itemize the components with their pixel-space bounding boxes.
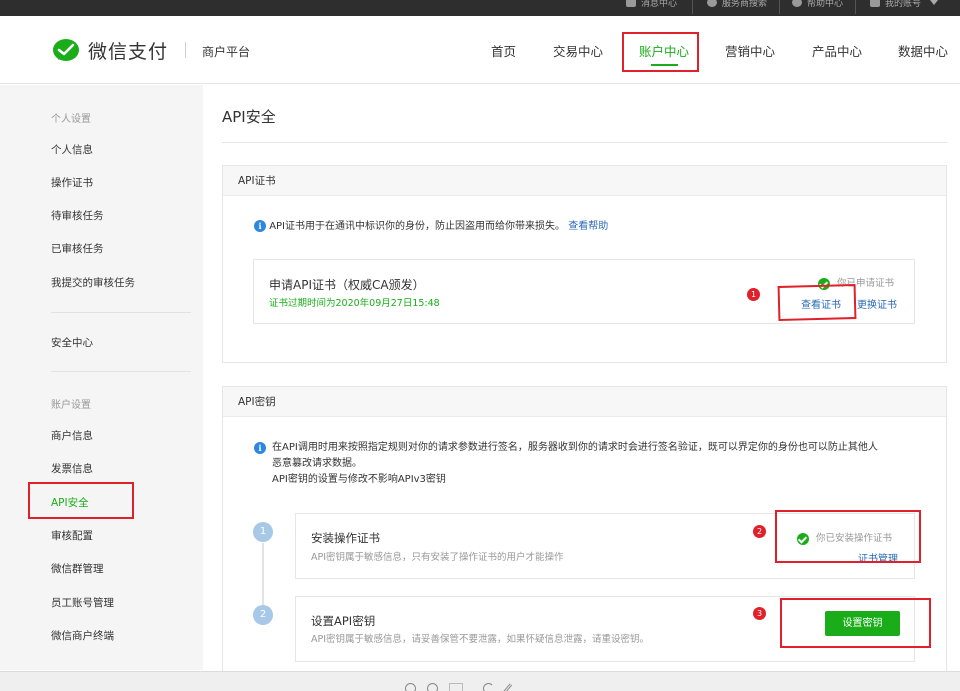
sidebar-item-operation-cert[interactable]: 操作证书 xyxy=(51,175,93,190)
my-account-label: 我的账号 xyxy=(885,0,922,9)
api-cert-tip: i API证书用于在通讯中标识你的身份，防止因盗用而给你带来损失。 查看帮助 xyxy=(254,219,608,235)
sidebar-item-security-center[interactable]: 安全中心 xyxy=(51,335,93,350)
replace-cert-link[interactable]: 更换证书 xyxy=(857,296,897,311)
search-icon xyxy=(707,0,717,7)
annotation-box-nav xyxy=(622,32,699,72)
mail-icon xyxy=(626,0,636,7)
help-icon xyxy=(792,0,802,7)
sidebar-item-invoice-info[interactable]: 发票信息 xyxy=(51,461,93,476)
my-account-menu[interactable]: 我的账号 xyxy=(870,0,939,9)
zoom-in-icon[interactable] xyxy=(405,683,416,691)
divider xyxy=(185,42,186,58)
sidebar-item-merchant-info[interactable]: 商户信息 xyxy=(51,428,93,443)
nav-data-center[interactable]: 数据中心 xyxy=(898,41,948,60)
annotation-box-install-cert xyxy=(775,510,921,563)
fit-icon[interactable] xyxy=(449,683,463,691)
annotation-box-set-key xyxy=(780,598,931,648)
nav-marketing-center[interactable]: 营销中心 xyxy=(725,41,775,60)
step-number-1: 1 xyxy=(253,522,273,542)
sidebar-group-account: 账户设置 xyxy=(51,400,91,411)
sidebar-item-wechat-group[interactable]: 微信群管理 xyxy=(51,561,104,576)
sidebar-item-pending-review[interactable]: 待审核任务 xyxy=(51,208,104,223)
cert-expire-text: 证书过期时间为2020年09月27日15:48 xyxy=(269,298,440,309)
main-header: 微信支付 商户平台 首页 交易中心 账户中心 营销中心 产品中心 数据中心 xyxy=(0,16,960,84)
info-icon: i xyxy=(254,220,266,232)
wechat-pay-logo[interactable]: 微信支付 xyxy=(52,37,168,64)
annotation-marker-1: 1 xyxy=(747,288,760,301)
nav-trade-center[interactable]: 交易中心 xyxy=(553,41,603,60)
step-title-install-cert: 安装操作证书 xyxy=(311,531,380,545)
help-center-label: 帮助中心 xyxy=(807,0,844,9)
api-key-tip-line1: 在API调用时用来按照指定规则对你的请求参数进行签名，服务器收到你的请求时会进行… xyxy=(272,442,878,453)
provider-search-link[interactable]: 服务商搜索 xyxy=(707,0,767,9)
viewer-toolbar xyxy=(0,671,960,691)
nav-home[interactable]: 首页 xyxy=(491,41,516,60)
step-title-set-api-key: 设置API密钥 xyxy=(311,614,376,628)
sidebar-item-reviewed[interactable]: 已审核任务 xyxy=(51,241,104,256)
step-connector xyxy=(262,543,264,605)
step-desc-install-cert: API密钥属于敏感信息，只有安装了操作证书的用户才能操作 xyxy=(311,552,564,563)
rotate-icon[interactable] xyxy=(483,683,494,691)
annotation-marker-3: 3 xyxy=(753,607,766,620)
step-desc-set-api-key: API密钥属于敏感信息，请妥善保管不要泄露，如果怀疑信息泄露，请重设密钥。 xyxy=(311,634,650,645)
user-icon xyxy=(870,0,880,7)
sidebar-item-personal-info[interactable]: 个人信息 xyxy=(51,142,93,157)
divider xyxy=(779,0,780,14)
step-number-2: 2 xyxy=(253,605,273,625)
platform-label: 商户平台 xyxy=(202,45,251,59)
message-center-link[interactable]: 消息中心 xyxy=(626,0,677,9)
sidebar: 个人设置 个人信息 操作证书 待审核任务 已审核任务 我提交的审核任务 安全中心… xyxy=(0,85,203,670)
wechat-pay-logo-icon xyxy=(52,38,80,64)
download-icon[interactable] xyxy=(540,683,546,691)
api-key-tip-line3: API密钥的设置与修改不影响APIv3密钥 xyxy=(272,474,446,485)
annotation-marker-2: 2 xyxy=(753,525,766,538)
logo-text: 微信支付 xyxy=(88,41,169,63)
sidebar-item-staff-accounts[interactable]: 员工账号管理 xyxy=(51,595,114,610)
divider xyxy=(692,0,693,14)
annotation-box-view-cert xyxy=(777,283,857,322)
divider xyxy=(855,0,856,14)
sidebar-item-merchant-terminal[interactable]: 微信商户终端 xyxy=(51,628,114,643)
help-center-link[interactable]: 帮助中心 xyxy=(792,0,843,9)
sidebar-item-my-submitted[interactable]: 我提交的审核任务 xyxy=(51,275,135,290)
sidebar-group-personal: 个人设置 xyxy=(51,114,91,125)
nav-product-center[interactable]: 产品中心 xyxy=(812,41,862,60)
api-key-tip-line2: 恶意篡改请求数据。 xyxy=(272,458,362,469)
top-utility-bar: 消息中心 服务商搜索 帮助中心 我的账号 xyxy=(0,0,960,16)
message-center-label: 消息中心 xyxy=(641,0,678,9)
sidebar-item-review-config[interactable]: 审核配置 xyxy=(51,528,93,543)
page-title: API安全 xyxy=(222,108,276,126)
api-cert-heading: API证书 xyxy=(223,166,946,196)
api-cert-card-title: 申请API证书（权威CA颁发） xyxy=(269,278,425,292)
divider xyxy=(51,312,191,313)
info-icon: i xyxy=(254,442,266,454)
divider xyxy=(222,142,947,143)
chevron-down-icon xyxy=(930,0,939,5)
help-link[interactable]: 查看帮助 xyxy=(568,221,608,232)
api-key-heading: API密钥 xyxy=(223,387,946,417)
divider xyxy=(51,371,191,372)
provider-search-label: 服务商搜索 xyxy=(722,0,768,9)
edit-icon[interactable] xyxy=(502,683,513,691)
zoom-out-icon[interactable] xyxy=(427,683,438,691)
annotation-box-sidebar xyxy=(28,482,134,519)
api-cert-tip-text: API证书用于在通讯中标识你的身份，防止因盗用而给你带来损失。 xyxy=(269,221,566,232)
